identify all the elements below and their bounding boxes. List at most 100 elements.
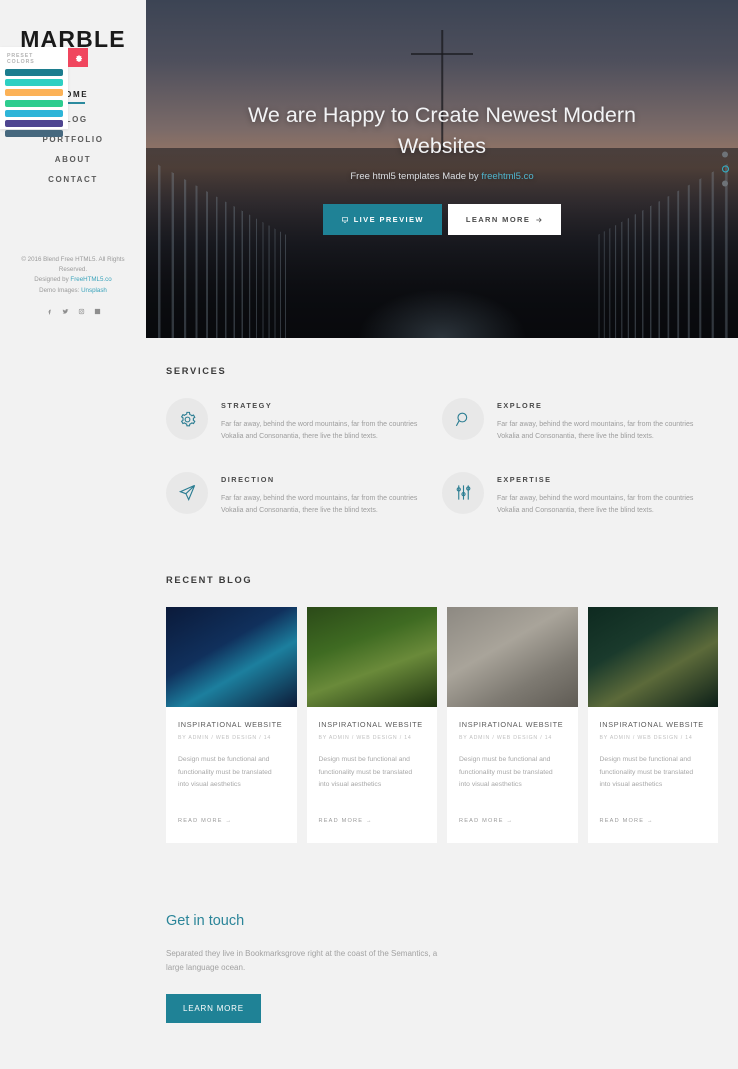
- services-heading: SERVICES: [166, 366, 227, 376]
- color-swatch-green[interactable]: [5, 99, 63, 107]
- service-title-direction: DIRECTION: [221, 474, 275, 484]
- nav-label-about: ABOUT: [54, 154, 92, 164]
- blog-meta: BY ADMIN / WEB DESIGN / 14: [318, 735, 412, 741]
- blog-image-thread-spools[interactable]: [587, 607, 718, 707]
- service-text-direction: Far far away, behind the word mountains,…: [221, 494, 418, 514]
- instagram-icon[interactable]: [77, 307, 86, 316]
- hero-slider: We are Happy to Create Newest Modern Web…: [146, 0, 738, 338]
- color-swatch-blue[interactable]: [5, 109, 63, 117]
- color-swatch-orange[interactable]: [5, 89, 63, 97]
- service-body: DIRECTION Far far away, behind the word …: [221, 472, 428, 518]
- search-icon: [455, 412, 467, 426]
- preset-colors-panel: PRESET COLORS: [0, 47, 68, 138]
- services-grid: STRATEGY Far far away, behind the word m…: [166, 398, 718, 545]
- service-title-explore: EXPLORE: [497, 401, 543, 410]
- slider-dot-2[interactable]: [722, 165, 729, 173]
- color-swatch-purple[interactable]: [5, 119, 63, 127]
- copyright-text: © 2016 Blend Free HTML5. All Rights Rese…: [21, 256, 125, 273]
- blog-read-more-link[interactable]: READ MORE →: [178, 818, 232, 824]
- monitor-icon: [341, 216, 348, 223]
- blog-excerpt: Design must be functional and functional…: [318, 756, 413, 789]
- service-icon-wrap: [166, 398, 208, 440]
- gear-icon: [75, 55, 82, 62]
- color-swatch-turquoise[interactable]: [5, 79, 63, 87]
- live-preview-button[interactable]: LIVE PREVIEW: [322, 204, 442, 236]
- color-swatch-slate[interactable]: [5, 130, 63, 138]
- blog-excerpt: Design must be functional and functional…: [178, 756, 272, 789]
- blog-meta: BY ADMIN / WEB DESIGN / 14: [459, 735, 553, 741]
- service-item-direction: DIRECTION Far far away, behind the word …: [166, 471, 442, 518]
- blog-card-body: INSPIRATIONAL WEBSITE BY ADMIN / WEB DES…: [447, 707, 578, 843]
- service-title-expertise: EXPERTISE: [497, 474, 552, 484]
- service-item-strategy: STRATEGY Far far away, behind the word m…: [166, 398, 442, 444]
- service-text-strategy: Far far away, behind the word mountains,…: [221, 421, 418, 441]
- sidebar-item-contact[interactable]: CONTACT: [0, 169, 146, 189]
- blog-read-more-link[interactable]: READ MORE →: [459, 818, 513, 824]
- hero-content: We are Happy to Create Newest Modern Web…: [146, 0, 738, 338]
- service-text-explore: Far far away, behind the word mountains,…: [497, 421, 694, 441]
- blog-card-body: INSPIRATIONAL WEBSITE BY ADMIN / WEB DES…: [588, 707, 719, 843]
- main-content: We are Happy to Create Newest Modern Web…: [146, 0, 738, 1069]
- cta-learn-more-button[interactable]: LEARN MORE: [166, 994, 261, 1024]
- page-root: MARBLE HOME BLOG PORTFOLIO ABOUT CONTACT…: [0, 0, 738, 1069]
- designed-by-prefix: Designed by: [34, 276, 71, 284]
- blog-card[interactable]: INSPIRATIONAL WEBSITE BY ADMIN / WEB DES…: [306, 607, 438, 843]
- social-links: [10, 307, 136, 316]
- nav-label-contact: CONTACT: [48, 174, 98, 184]
- sliders-icon: [456, 485, 470, 500]
- blog-read-more-link[interactable]: READ MORE →: [319, 818, 373, 824]
- blog-heading: RECENT BLOG: [166, 575, 253, 585]
- learn-more-hero-label: LEARN MORE: [465, 215, 531, 225]
- cta-heading: Get in touch: [166, 912, 245, 929]
- blog-card-body: INSPIRATIONAL WEBSITE BY ADMIN / WEB DES…: [307, 707, 438, 843]
- service-item-expertise: EXPERTISE Far far away, behind the word …: [442, 471, 718, 518]
- live-preview-label: LIVE PREVIEW: [353, 215, 424, 225]
- service-icon-wrap: [442, 398, 484, 440]
- settings-gear-button[interactable]: [68, 48, 88, 67]
- blog-image-christmas-ornaments[interactable]: [447, 607, 578, 707]
- blog-image-jellyfish[interactable]: [166, 607, 297, 707]
- linkedin-icon[interactable]: [93, 307, 102, 316]
- blog-title[interactable]: INSPIRATIONAL WEBSITE: [319, 720, 426, 729]
- services-section: SERVICES STRATEGY Far far away, behind t…: [146, 338, 738, 555]
- unsplash-link[interactable]: Unsplash: [81, 287, 107, 294]
- sidebar-footer: © 2016 Blend Free HTML5. All Rights Rese…: [0, 255, 146, 316]
- blog-title[interactable]: INSPIRATIONAL WEBSITE: [178, 720, 285, 729]
- blog-card-body: INSPIRATIONAL WEBSITE BY ADMIN / WEB DES…: [166, 707, 297, 843]
- demo-images-prefix: Demo Images:: [39, 286, 82, 294]
- sidebar-item-about[interactable]: ABOUT: [0, 149, 146, 169]
- learn-more-hero-button[interactable]: LEARN MORE: [447, 204, 562, 236]
- service-body: EXPERTISE Far far away, behind the word …: [497, 472, 704, 518]
- blog-section: RECENT BLOG INSPIRATIONAL WEBSITE BY ADM…: [146, 555, 738, 843]
- blog-card[interactable]: INSPIRATIONAL WEBSITE BY ADMIN / WEB DES…: [166, 607, 297, 843]
- twitter-icon[interactable]: [61, 307, 70, 316]
- blog-image-easter-eggs[interactable]: [306, 607, 437, 707]
- blog-title[interactable]: INSPIRATIONAL WEBSITE: [459, 720, 566, 729]
- gear-icon: [180, 411, 196, 426]
- service-icon-wrap: [442, 471, 484, 514]
- hero-title: We are Happy to Create Newest Modern Web…: [248, 103, 636, 158]
- service-title-strategy: STRATEGY: [221, 401, 273, 410]
- service-body: EXPLORE Far far away, behind the word mo…: [497, 398, 704, 444]
- blog-excerpt: Design must be functional and functional…: [599, 756, 694, 789]
- blog-card[interactable]: INSPIRATIONAL WEBSITE BY ADMIN / WEB DES…: [447, 607, 578, 843]
- cta-section: Get in touch Separated they live in Book…: [146, 843, 738, 1024]
- hero-buttons: LIVE PREVIEW LEARN MORE: [322, 204, 562, 236]
- hero-subtitle: Free html5 templates Made by freehtml5.c…: [350, 171, 533, 182]
- slider-dot-1[interactable]: [722, 151, 728, 158]
- blog-grid: INSPIRATIONAL WEBSITE BY ADMIN / WEB DES…: [166, 607, 718, 843]
- service-icon-wrap: [166, 471, 208, 514]
- facebook-icon[interactable]: [45, 307, 54, 316]
- preset-colors-title: PRESET COLORS: [7, 53, 35, 65]
- sidebar: MARBLE HOME BLOG PORTFOLIO ABOUT CONTACT…: [0, 0, 146, 1069]
- slider-pagination: [722, 151, 729, 187]
- blog-read-more-link[interactable]: READ MORE →: [600, 818, 654, 824]
- color-swatch-teal[interactable]: [5, 69, 63, 76]
- slider-dot-3[interactable]: [722, 180, 728, 187]
- blog-excerpt: Design must be functional and functional…: [459, 756, 553, 789]
- hero-subtitle-link[interactable]: freehtml5.co: [481, 171, 533, 182]
- freehtml5-link[interactable]: FreeHTML5.co: [70, 276, 111, 283]
- blog-title[interactable]: INSPIRATIONAL WEBSITE: [600, 720, 707, 729]
- service-text-expertise: Far far away, behind the word mountains,…: [497, 494, 694, 514]
- blog-card[interactable]: INSPIRATIONAL WEBSITE BY ADMIN / WEB DES…: [587, 607, 719, 843]
